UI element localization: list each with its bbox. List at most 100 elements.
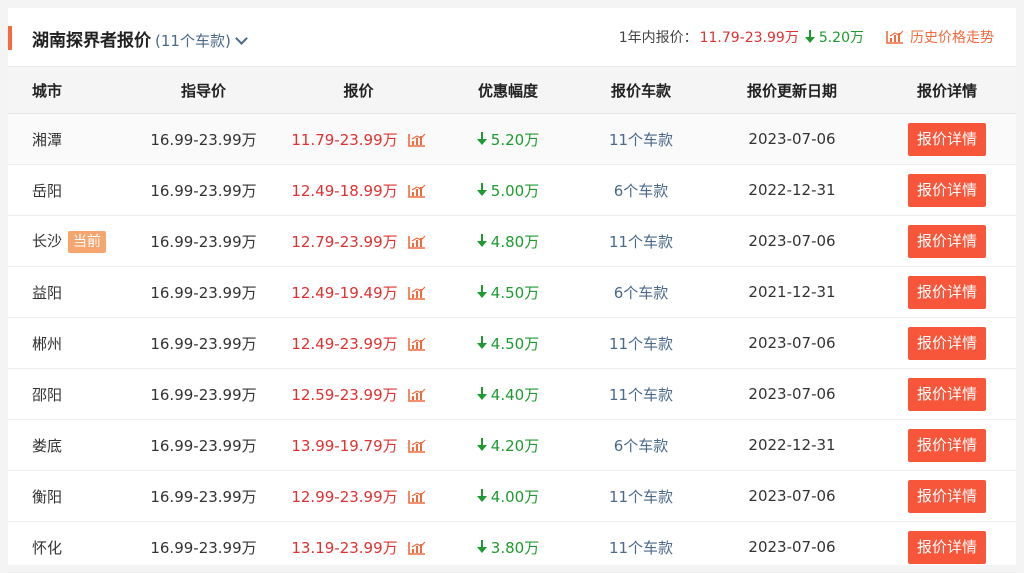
guide-price: 16.99-23.99万 [130, 368, 277, 420]
quote-price-cell: 12.99-23.99万 [277, 470, 440, 522]
page-title: 湖南探界者报价 (11个车款) [32, 26, 248, 51]
update-date: 2023-07-06 [706, 470, 878, 522]
price-detail-button[interactable]: 报价详情 [907, 122, 986, 156]
column-header: 报价详情 [878, 66, 1016, 114]
quote-price: 12.49-18.99万 [291, 181, 398, 200]
history-label: 历史价格走势 [910, 30, 994, 46]
chart-icon[interactable] [407, 337, 426, 351]
arrow-down-icon [476, 284, 487, 299]
arrow-down-icon [476, 539, 487, 554]
chart-icon[interactable] [407, 184, 426, 198]
quote-price: 13.19-23.99万 [291, 538, 398, 557]
discount-cell: 5.00万 [440, 164, 576, 216]
chevron-down-icon [234, 32, 248, 45]
price-detail-button[interactable]: 报价详情 [907, 479, 986, 513]
arrow-down-icon [476, 386, 487, 401]
detail-cell: 报价详情 [878, 164, 1016, 216]
model-count-link[interactable]: 11个车款 [576, 215, 706, 267]
chart-icon[interactable] [407, 286, 426, 300]
quote-price-cell: 12.79-23.99万 [277, 215, 440, 267]
update-date: 2021-12-31 [706, 266, 878, 318]
chart-icon[interactable] [407, 235, 426, 249]
history-trend-link[interactable]: 历史价格走势 [886, 27, 994, 47]
year-discount-value: 5.20万 [818, 30, 864, 46]
detail-cell: 报价详情 [878, 470, 1016, 522]
city-cell: 娄底 [8, 419, 130, 471]
quote-price-cell: 12.49-19.49万 [277, 266, 440, 318]
quote-price-cell: 12.59-23.99万 [277, 368, 440, 420]
discount-value: 4.50万 [490, 334, 540, 353]
quote-price: 13.99-19.79万 [291, 436, 398, 455]
quote-price: 12.99-23.99万 [291, 487, 398, 506]
discount-value: 4.00万 [490, 487, 540, 506]
quote-price: 12.59-23.99万 [291, 385, 398, 404]
table-row: 娄底 16.99-23.99万 13.99-19.79万 4.20万 6个车款 2022-… [8, 419, 1016, 471]
discount-cell: 5.20万 [440, 113, 576, 165]
price-detail-button[interactable]: 报价详情 [907, 224, 986, 258]
model-count-link[interactable]: 6个车款 [576, 266, 706, 318]
model-count-link[interactable]: 11个车款 [576, 113, 706, 165]
discount-cell: 4.00万 [440, 470, 576, 522]
table-row: 邵阳 16.99-23.99万 12.59-23.99万 4.40万 11个车款 2023… [8, 368, 1016, 420]
model-count-label: (11个车款) [155, 32, 231, 50]
detail-cell: 报价详情 [878, 419, 1016, 471]
quote-price: 12.49-23.99万 [291, 334, 398, 353]
city-cell: 长沙 当前 [8, 215, 130, 267]
price-detail-button[interactable]: 报价详情 [907, 173, 986, 207]
price-detail-button[interactable]: 报价详情 [907, 377, 986, 411]
column-header: 报价更新日期 [706, 66, 878, 114]
price-panel: 湖南探界者报价 (11个车款) 1年内报价： 11.79-23.99万 5.20万… [8, 8, 1016, 573]
arrow-down-icon [804, 30, 815, 44]
quote-price-cell: 12.49-23.99万 [277, 317, 440, 369]
city-name: 邵阳 [32, 385, 63, 404]
discount-cell: 4.50万 [440, 266, 576, 318]
quote-price: 12.79-23.99万 [291, 232, 398, 251]
discount-value: 4.20万 [490, 436, 540, 455]
quote-price-cell: 12.49-18.99万 [277, 164, 440, 216]
guide-price: 16.99-23.99万 [130, 419, 277, 471]
discount-value: 4.40万 [490, 385, 540, 404]
city-name: 岳阳 [32, 181, 63, 200]
chart-icon[interactable] [407, 388, 426, 402]
price-detail-button[interactable]: 报价详情 [907, 326, 986, 360]
update-date: 2022-12-31 [706, 419, 878, 471]
chart-icon[interactable] [407, 541, 426, 555]
model-count-link[interactable]: 11个车款 [576, 368, 706, 420]
column-header: 城市 [8, 66, 130, 114]
quote-price-cell: 11.79-23.99万 [277, 113, 440, 165]
arrow-down-icon [476, 131, 487, 146]
chart-icon[interactable] [407, 490, 426, 504]
chart-icon[interactable] [407, 133, 426, 147]
discount-value: 5.20万 [490, 130, 540, 149]
model-count-link[interactable]: 6个车款 [576, 419, 706, 471]
chart-icon[interactable] [407, 439, 426, 453]
column-header: 报价 [277, 66, 440, 114]
price-detail-button[interactable]: 报价详情 [907, 428, 986, 462]
discount-cell: 4.80万 [440, 215, 576, 267]
header-accent-bar [8, 26, 12, 50]
price-detail-button[interactable]: 报价详情 [907, 530, 986, 564]
model-count-link[interactable]: 6个车款 [576, 164, 706, 216]
column-header: 优惠幅度 [440, 66, 576, 114]
city-name: 娄底 [32, 436, 63, 455]
year-label: 1年内报价： [618, 30, 698, 46]
table-header-row: 城市 指导价 报价 优惠幅度 报价车款 报价更新日期 报价详情 [8, 66, 1016, 114]
detail-cell: 报价详情 [878, 113, 1016, 165]
arrow-down-icon [476, 488, 487, 503]
price-detail-button[interactable]: 报价详情 [907, 275, 986, 309]
guide-price: 16.99-23.99万 [130, 317, 277, 369]
quote-price: 12.49-19.49万 [291, 283, 398, 302]
model-count-link[interactable]: 11个车款 [576, 470, 706, 522]
model-count-link[interactable]: 11个车款 [576, 317, 706, 369]
model-count-dropdown[interactable]: (11个车款) [155, 32, 248, 50]
city-cell: 湘潭 [8, 113, 130, 165]
guide-price: 16.99-23.99万 [130, 113, 277, 165]
table-row: 郴州 16.99-23.99万 12.49-23.99万 4.50万 11个车款 2023… [8, 317, 1016, 369]
discount-value: 4.80万 [490, 232, 540, 251]
update-date: 2023-07-06 [706, 215, 878, 267]
city-cell: 邵阳 [8, 368, 130, 420]
guide-price: 16.99-23.99万 [130, 470, 277, 522]
current-badge: 当前 [68, 230, 107, 253]
discount-cell: 4.20万 [440, 419, 576, 471]
table-row: 益阳 16.99-23.99万 12.49-19.49万 4.50万 6个车款 2021-… [8, 266, 1016, 318]
